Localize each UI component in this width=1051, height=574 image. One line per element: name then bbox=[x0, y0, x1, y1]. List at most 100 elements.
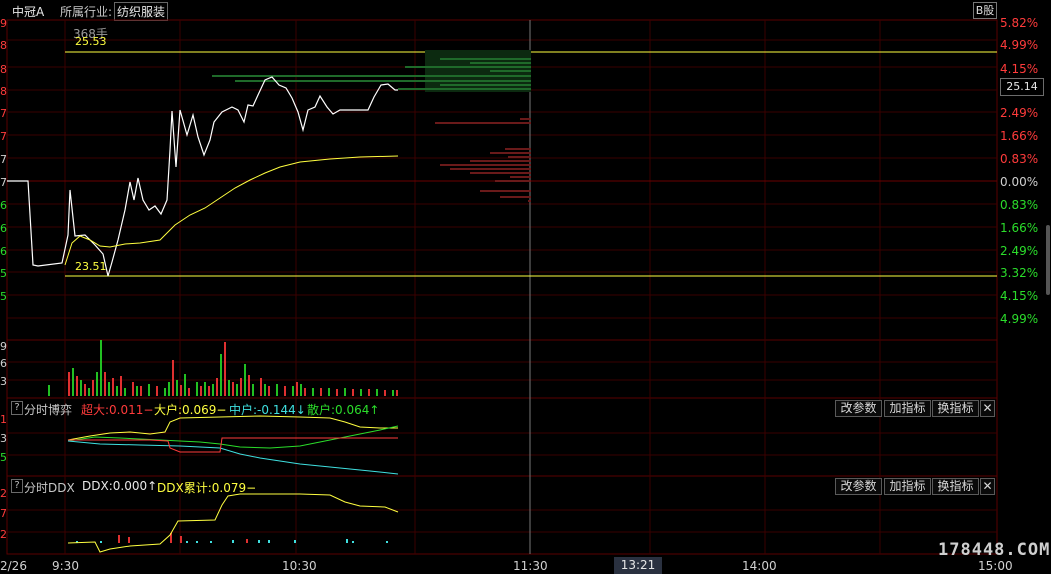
volume-bar bbox=[136, 386, 138, 396]
volume-bar bbox=[220, 354, 222, 396]
volume-bar bbox=[268, 386, 270, 396]
price-pct-label: 4.99% bbox=[1000, 312, 1038, 326]
ddx-bar bbox=[186, 541, 188, 543]
volume-bar bbox=[184, 374, 186, 396]
volume-bar bbox=[68, 372, 70, 396]
ddx-cumulative-line bbox=[67, 493, 399, 553]
sell-depth-bar bbox=[440, 58, 531, 60]
sell-depth-bar bbox=[440, 84, 531, 86]
price-pct-label: 0.83% bbox=[1000, 198, 1038, 212]
volume-bar bbox=[180, 385, 182, 396]
change-params-button[interactable]: 改参数 bbox=[835, 478, 882, 495]
volume-bar bbox=[352, 389, 354, 396]
add-indicator-button[interactable]: 加指标 bbox=[884, 400, 931, 417]
ddx-bar bbox=[210, 541, 212, 543]
buy-depth-bar bbox=[450, 168, 531, 170]
left-price-digit: 6 bbox=[0, 199, 7, 212]
left-price-digit: 8 bbox=[0, 63, 7, 76]
left-price-digit: 9 bbox=[0, 17, 7, 30]
buy-depth-bar bbox=[480, 190, 531, 192]
panel-frame bbox=[6, 339, 998, 399]
volume-bar bbox=[336, 389, 338, 396]
game-panel-header: ? 分时博弈 超大:0.011− 大户:0.069− 中户:-0.144↓ 散户… bbox=[0, 400, 1000, 418]
left-volume-digit: 6 bbox=[0, 357, 7, 370]
volume-bar bbox=[392, 390, 394, 396]
volume-bar bbox=[208, 386, 210, 396]
price-line bbox=[7, 76, 398, 277]
volume-bar bbox=[76, 376, 78, 396]
price-pct-label: 1.66% bbox=[1000, 129, 1038, 143]
price-pct-label: 4.15% bbox=[1000, 289, 1038, 303]
volume-bar bbox=[188, 388, 190, 396]
large-label: 大户:0.069− bbox=[154, 403, 227, 417]
price-pct-label: 3.32% bbox=[1000, 266, 1038, 280]
volume-bar bbox=[216, 378, 218, 396]
help-icon[interactable]: ? bbox=[11, 401, 23, 415]
left-game-digit: 5 bbox=[0, 451, 7, 464]
retail-label: 散户:0.064↑ bbox=[307, 403, 380, 417]
ddx-bar bbox=[180, 536, 182, 543]
add-indicator-button[interactable]: 加指标 bbox=[884, 478, 931, 495]
volume-bar bbox=[240, 378, 242, 396]
volume-bar bbox=[168, 382, 170, 396]
left-price-digit: 7 bbox=[0, 130, 7, 143]
close-icon[interactable]: ✕ bbox=[980, 478, 995, 495]
volume-bar bbox=[148, 384, 150, 396]
volume-bar bbox=[100, 340, 102, 396]
help-icon[interactable]: ? bbox=[11, 479, 23, 493]
volume-bar bbox=[84, 384, 86, 396]
volume-bar bbox=[80, 380, 82, 396]
time-axis-label: 15:00 bbox=[978, 559, 1013, 573]
switch-indicator-button[interactable]: 换指标 bbox=[932, 400, 979, 417]
sell-depth-bar bbox=[470, 62, 531, 64]
time-axis-label: 14:00 bbox=[742, 559, 777, 573]
buy-depth-bar bbox=[495, 180, 531, 182]
sell-depth-bar bbox=[398, 88, 531, 90]
left-price-digit: 8 bbox=[0, 39, 7, 52]
switch-indicator-button[interactable]: 换指标 bbox=[932, 478, 979, 495]
buy-depth-bar bbox=[470, 160, 531, 162]
sell-depth-bar bbox=[405, 66, 531, 68]
super-large-label: 超大:0.011− bbox=[81, 403, 154, 417]
volume-bar bbox=[212, 384, 214, 396]
change-params-button[interactable]: 改参数 bbox=[835, 400, 882, 417]
average-price-line bbox=[64, 155, 399, 266]
game-panel-title[interactable]: 分时博弈 bbox=[24, 401, 72, 418]
volume-bar bbox=[172, 360, 174, 396]
ddx-bar bbox=[346, 539, 348, 543]
close-icon[interactable]: ✕ bbox=[980, 400, 995, 417]
volume-bar bbox=[232, 382, 234, 396]
ddx-cumulative-label: DDX累计:0.079− bbox=[157, 481, 257, 495]
ddx-label: DDX:0.000↑ bbox=[82, 479, 158, 493]
volume-bar bbox=[264, 384, 266, 396]
price-pct-label: 0.00% bbox=[1000, 175, 1038, 189]
volume-bar bbox=[116, 386, 118, 396]
buy-depth-bar bbox=[440, 164, 531, 166]
volume-bar bbox=[300, 384, 302, 396]
price-pct-label: 4.99% bbox=[1000, 38, 1038, 52]
ddx-bar bbox=[352, 541, 354, 543]
buy-depth-bar bbox=[510, 176, 531, 178]
ddx-bar bbox=[128, 537, 130, 543]
mid-label: 中户:-0.144↓ bbox=[229, 403, 306, 417]
left-ddx-digit: 2 bbox=[0, 528, 7, 541]
volume-bar bbox=[104, 372, 106, 396]
price-pct-label: 2.49% bbox=[1000, 244, 1038, 258]
price-pct-label: 4.15% bbox=[1000, 62, 1038, 76]
time-axis-label: 2/26 bbox=[0, 559, 27, 573]
left-volume-digit: 9 bbox=[0, 340, 7, 353]
sell-depth-bar bbox=[235, 80, 531, 82]
ddx-panel-title[interactable]: 分时DDX bbox=[24, 479, 75, 496]
ddx-bar bbox=[232, 540, 234, 543]
left-price-digit: 7 bbox=[0, 153, 7, 166]
volume-bar bbox=[112, 378, 114, 396]
volume-bar bbox=[92, 380, 94, 396]
volume-bar bbox=[284, 386, 286, 396]
left-price-digit: 6 bbox=[0, 222, 7, 235]
left-price-digit: 7 bbox=[0, 176, 7, 189]
scrollbar-thumb[interactable] bbox=[1046, 225, 1050, 295]
volume-bar bbox=[140, 386, 142, 396]
volume-bar bbox=[176, 380, 178, 396]
price-pct-label: 0.83% bbox=[1000, 152, 1038, 166]
volume-bar bbox=[120, 376, 122, 396]
